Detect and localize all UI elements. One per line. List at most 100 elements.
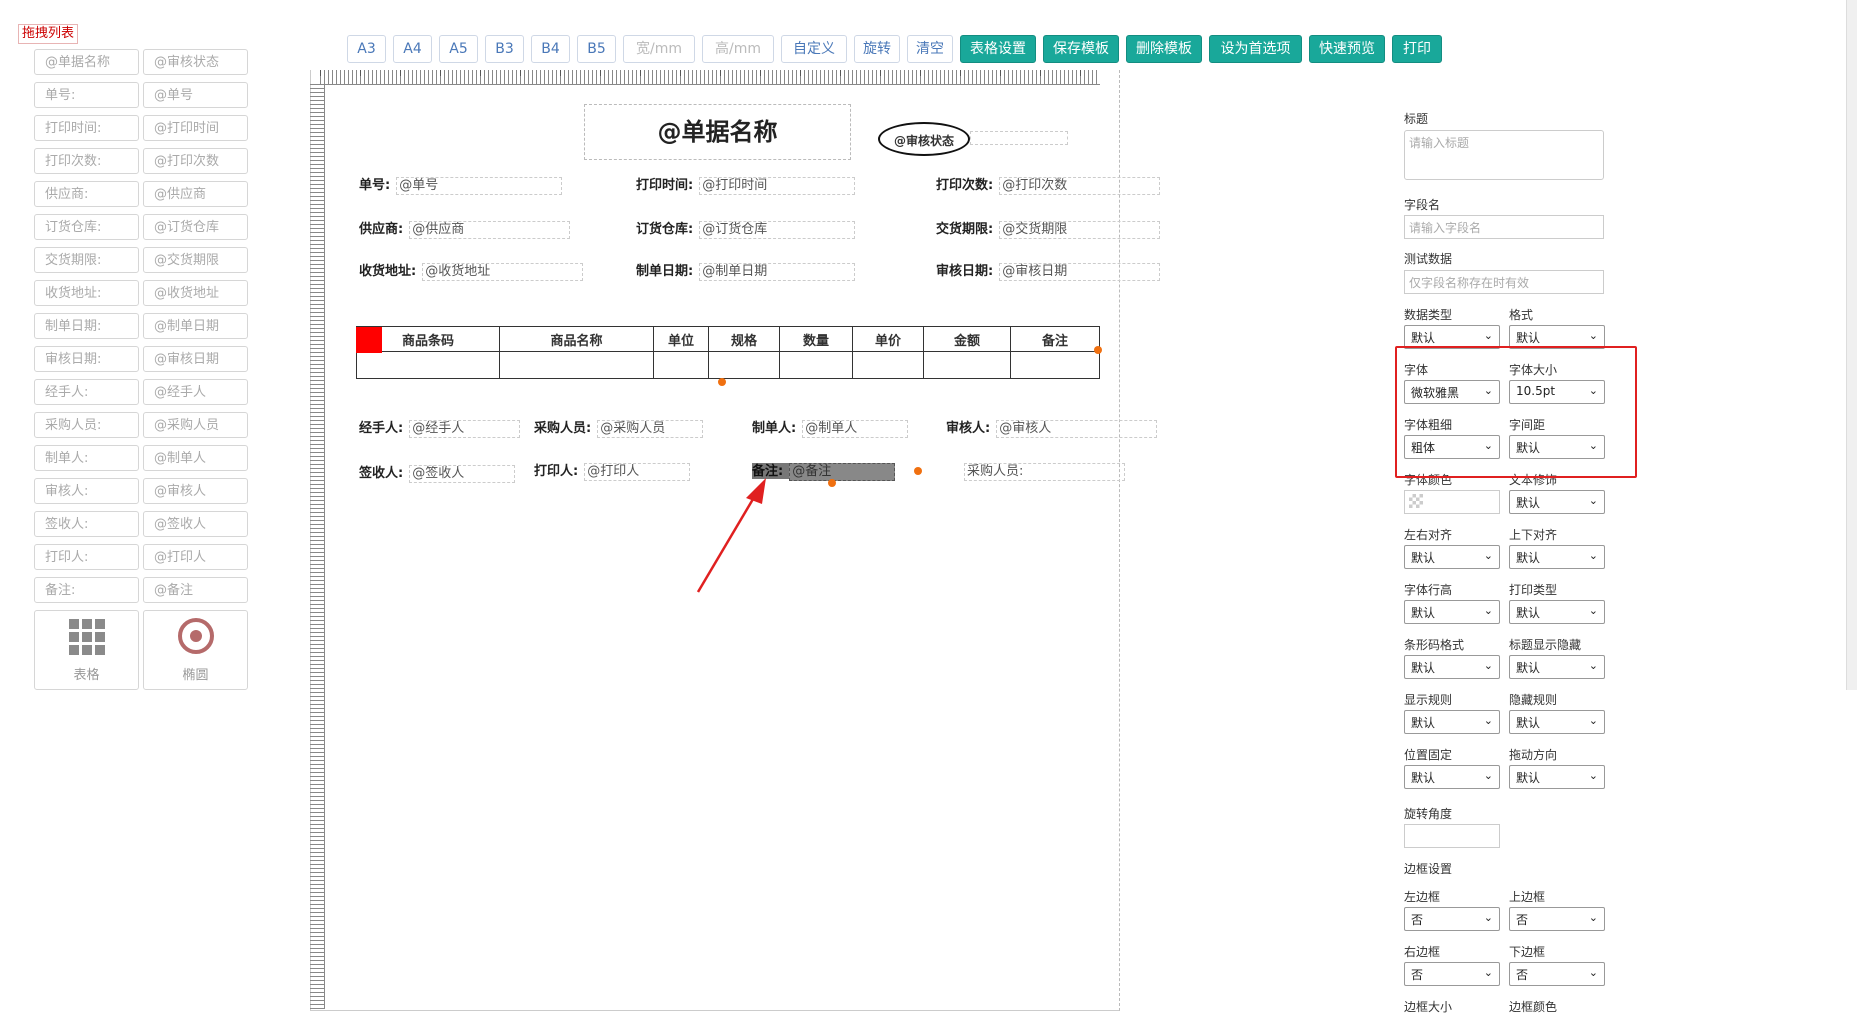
toolbar-button[interactable]: 保存模板 — [1043, 35, 1119, 63]
field-auditor[interactable]: 审核人: @审核人 — [946, 420, 1158, 438]
table-header-cell[interactable]: 商品名称 — [499, 326, 654, 352]
drag-item[interactable]: 打印人: — [34, 544, 139, 570]
border-select[interactable]: 否 ⌄ — [1509, 962, 1605, 986]
table-cell[interactable] — [1010, 351, 1100, 379]
remark-handle-bottom[interactable] — [828, 479, 836, 487]
drag-item[interactable]: 签收人: — [34, 511, 139, 537]
field-address[interactable]: 收货地址: @收货地址 — [359, 263, 584, 281]
toolbar-button[interactable]: 自定义 — [781, 35, 847, 63]
drag-item[interactable]: @交货期限 — [143, 247, 248, 273]
drag-item[interactable]: @制单人 — [143, 445, 248, 471]
field-maker[interactable]: 制单人: @制单人 — [752, 420, 909, 438]
table-header-cell[interactable]: 规格 — [708, 326, 780, 352]
toolbar-button[interactable]: 设为首选项 — [1209, 35, 1302, 63]
toolbar-button[interactable]: 高/mm — [702, 35, 774, 63]
goods-table[interactable]: 商品条码 商品名称 单位 规格 数量 单价 金额 备注 — [356, 326, 1100, 379]
font-color-picker[interactable] — [1404, 490, 1500, 514]
border-select[interactable]: 否 ⌄ — [1509, 907, 1605, 931]
drag-item[interactable]: @审核日期 — [143, 346, 248, 372]
field-receiver[interactable]: 签收人: @签收人 — [359, 465, 516, 483]
page-scrollbar[interactable] — [1846, 0, 1857, 690]
drag-item[interactable]: 经手人: — [34, 379, 139, 405]
toolbar-button[interactable]: 快速预览 — [1309, 35, 1385, 63]
resize-handle-bottom[interactable] — [718, 378, 726, 386]
prop-select[interactable]: 默认 ⌄ — [1509, 490, 1605, 514]
table-header-cell[interactable]: 单位 — [653, 326, 709, 352]
drag-item[interactable]: 备注: — [34, 577, 139, 603]
field-danhao[interactable]: 单号: @单号 — [359, 177, 563, 195]
border-select[interactable]: 否 ⌄ — [1404, 907, 1500, 931]
doc-title-element[interactable]: @单据名称 — [584, 104, 851, 160]
drag-item[interactable]: 单号: — [34, 82, 139, 108]
drag-item[interactable]: @审核人 — [143, 478, 248, 504]
drag-item[interactable]: 审核人: — [34, 478, 139, 504]
prop-select[interactable]: 默认 ⌄ — [1509, 545, 1605, 569]
toolbar-button[interactable]: 删除模板 — [1126, 35, 1202, 63]
field-name-input[interactable]: 请输入字段名 — [1404, 215, 1604, 239]
drag-item[interactable]: @签收人 — [143, 511, 248, 537]
field-printer[interactable]: 打印人: @打印人 — [534, 463, 691, 481]
drag-tile-ellipse[interactable]: 椭圆 — [143, 610, 248, 690]
rotate-input[interactable] — [1404, 824, 1500, 848]
drag-tile-table[interactable]: 表格 — [34, 610, 139, 690]
prop-select[interactable]: 默认 ⌄ — [1404, 545, 1500, 569]
toolbar-button[interactable]: 清空 — [907, 35, 953, 63]
drag-item[interactable]: 制单人: — [34, 445, 139, 471]
field-warehouse[interactable]: 订货仓库: @订货仓库 — [636, 221, 856, 239]
toolbar-button[interactable]: B4 — [531, 35, 570, 63]
resize-handle-right[interactable] — [1094, 346, 1102, 354]
table-cell[interactable] — [356, 351, 500, 379]
field-handler[interactable]: 经手人: @经手人 — [359, 420, 521, 438]
table-cell[interactable] — [653, 351, 709, 379]
status-ellipse-element[interactable]: @审核状态 — [878, 122, 970, 156]
table-cell[interactable] — [923, 351, 1011, 379]
drag-item[interactable]: 打印时间: — [34, 115, 139, 141]
drag-item[interactable]: 打印次数: — [34, 148, 139, 174]
remark-handle-right[interactable] — [914, 467, 922, 475]
table-cell[interactable] — [708, 351, 780, 379]
toolbar-button[interactable]: 宽/mm — [623, 35, 695, 63]
field-supplier[interactable]: 供应商: @供应商 — [359, 221, 571, 239]
prop-select[interactable]: 默认 ⌄ — [1404, 710, 1500, 734]
toolbar-button[interactable]: 打印 — [1392, 35, 1442, 63]
drag-item[interactable]: @订货仓库 — [143, 214, 248, 240]
drag-item[interactable]: @打印时间 — [143, 115, 248, 141]
drag-item[interactable]: @打印次数 — [143, 148, 248, 174]
drag-item[interactable]: @制单日期 — [143, 313, 248, 339]
field-print-time[interactable]: 打印时间: @打印时间 — [636, 177, 856, 195]
toolbar-button[interactable]: 旋转 — [854, 35, 900, 63]
toolbar-button[interactable]: B3 — [485, 35, 524, 63]
drag-item[interactable]: @采购人员 — [143, 412, 248, 438]
prop-select[interactable]: 默认 ⌄ — [1404, 765, 1500, 789]
prop-select[interactable]: 默认 ⌄ — [1509, 655, 1605, 679]
toolbar-button[interactable]: A4 — [393, 35, 432, 63]
drag-item[interactable]: @单号 — [143, 82, 248, 108]
table-header-cell[interactable]: 数量 — [779, 326, 853, 352]
border-select[interactable]: 否 ⌄ — [1404, 962, 1500, 986]
drag-item[interactable]: @审核状态 — [143, 49, 248, 75]
test-data-input[interactable]: 仅字段名称存在时有效 — [1404, 270, 1604, 294]
field-buyer[interactable]: 采购人员: @采购人员 — [534, 420, 704, 438]
table-cell[interactable] — [499, 351, 654, 379]
prop-select[interactable]: 默认 ⌄ — [1509, 765, 1605, 789]
table-header-cell[interactable]: 单价 — [852, 326, 924, 352]
drag-item[interactable]: 制单日期: — [34, 313, 139, 339]
prop-select[interactable]: 默认 ⌄ — [1509, 600, 1605, 624]
drag-item[interactable]: @供应商 — [143, 181, 248, 207]
drag-item[interactable]: 订货仓库: — [34, 214, 139, 240]
drag-item[interactable]: 交货期限: — [34, 247, 139, 273]
table-select-handle[interactable] — [356, 327, 382, 353]
drag-item[interactable]: @备注 — [143, 577, 248, 603]
field-make-date[interactable]: 制单日期: @制单日期 — [636, 263, 856, 281]
prop-select[interactable]: 默认 ⌄ — [1404, 600, 1500, 624]
table-cell[interactable] — [779, 351, 853, 379]
toolbar-button[interactable]: 表格设置 — [960, 35, 1036, 63]
drag-item[interactable]: 采购人员: — [34, 412, 139, 438]
drag-item[interactable]: 供应商: — [34, 181, 139, 207]
prop-select[interactable]: 默认 ⌄ — [1404, 655, 1500, 679]
table-header-cell[interactable]: 备注 — [1010, 326, 1100, 352]
toolbar-button[interactable]: B5 — [577, 35, 616, 63]
drag-item[interactable]: @经手人 — [143, 379, 248, 405]
field-buyer-extra[interactable]: 采购人员: — [964, 463, 1125, 481]
table-cell[interactable] — [852, 351, 924, 379]
